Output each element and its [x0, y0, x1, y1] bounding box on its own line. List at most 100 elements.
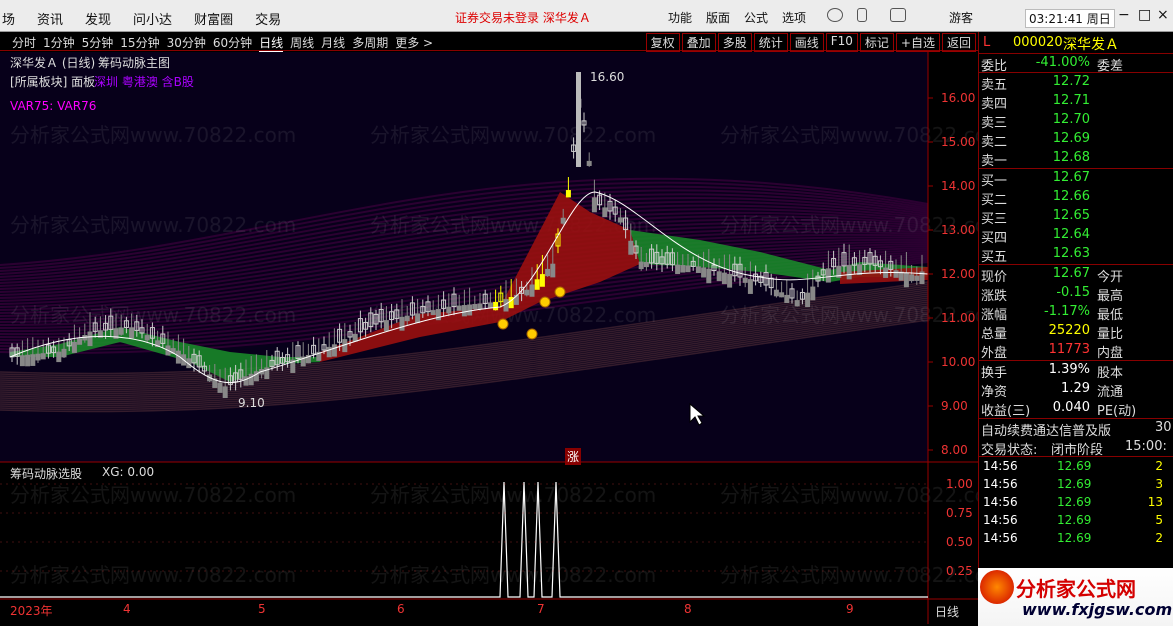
action-button-7[interactable]: +自选: [895, 33, 940, 52]
candle-body: [472, 304, 478, 310]
candle-body: [40, 353, 46, 360]
candle-body: [747, 279, 753, 294]
sub-indicator-name[interactable]: 筹码动脉选股: [10, 465, 82, 482]
sub-tick: 0.25: [946, 564, 973, 578]
low-label: 9.10: [238, 396, 265, 410]
action-button-1[interactable]: 叠加: [681, 33, 716, 52]
period-tab-2[interactable]: 5分钟: [82, 34, 114, 52]
trade-qty: 5: [1155, 513, 1163, 527]
menu-item-1[interactable]: 资讯: [37, 9, 63, 28]
kline-chart[interactable]: 分析家公式网www.70822.com 分析家公式网www.70822.com 分析…: [0, 52, 978, 624]
candle-body: [487, 302, 493, 309]
period-tab-0[interactable]: 分时: [12, 34, 36, 52]
period-tab-1[interactable]: 1分钟: [43, 34, 75, 52]
candle-body: [545, 268, 551, 277]
notice-text[interactable]: 自动续费通达信普及版: [981, 420, 1111, 439]
status-label: 交易状态:: [981, 443, 1038, 458]
main-menu: 场 资讯 发现 问小达 财富圈 交易: [0, 9, 303, 28]
login-warning[interactable]: 证券交易未登录 深华发Ａ: [455, 9, 591, 26]
action-button-0[interactable]: 复权: [645, 33, 680, 52]
asks-label: 卖二: [981, 135, 1008, 150]
candle-body: [383, 320, 389, 332]
trade-qty: 2: [1155, 531, 1163, 545]
stats-value: -1.17%: [1044, 304, 1090, 319]
date-tick: 8: [684, 602, 692, 616]
menu-item-3[interactable]: 问小达: [133, 9, 172, 28]
date-tick: 6: [397, 602, 405, 616]
tool-item-2[interactable]: 公式: [744, 9, 768, 26]
menu-item-0[interactable]: 场: [2, 9, 15, 28]
period-tab-3[interactable]: 15分钟: [120, 34, 159, 52]
action-button-8[interactable]: 返回: [941, 33, 976, 52]
date-tick: 9: [846, 602, 854, 616]
candle-body: [914, 275, 920, 281]
asks-row: 卖一 12.68: [979, 149, 1173, 169]
tool-item-0[interactable]: 功能: [668, 9, 692, 26]
minimize-icon[interactable]: −: [1118, 7, 1130, 23]
menu-item-4[interactable]: 财富圈: [194, 9, 233, 28]
candle-body: [331, 344, 337, 357]
ad-logo-icon: [980, 570, 1014, 604]
main-indicator-name[interactable]: 筹码动脉主图: [98, 54, 170, 71]
price-tick: 16.00: [941, 91, 976, 105]
stats-row: 外盘 11773 内盘: [979, 341, 1173, 361]
period-tab-10[interactable]: 更多 >: [395, 34, 433, 52]
status-value: 闭市阶段: [1051, 443, 1104, 458]
high-label: 16.60: [590, 70, 625, 84]
candle-body: [742, 277, 748, 283]
candle-body: [721, 272, 727, 285]
refresh-icon[interactable]: [827, 8, 843, 22]
sector-tags[interactable]: 深圳 粤港澳 含B股: [94, 73, 194, 90]
period-tab-6[interactable]: 日线: [259, 34, 284, 52]
candle-body: [77, 338, 83, 345]
bids-row: 买五 12.63: [979, 245, 1173, 265]
price-tick: 12.00: [941, 267, 976, 281]
candle-body: [794, 300, 800, 307]
price-tick: 15.00: [941, 135, 976, 149]
bottom-period-tab[interactable]: 日线: [935, 603, 959, 620]
weibi-value: -41.00%: [1035, 55, 1090, 70]
notice-number: 30: [1155, 420, 1172, 435]
trade-qty: 13: [1147, 495, 1163, 509]
action-button-2[interactable]: 多股: [717, 33, 752, 52]
ad-banner[interactable]: 分析家公式网 www.fxjgsw.com: [978, 568, 1173, 626]
candle-body: [701, 267, 707, 278]
ask-list: 卖五 12.72 卖四 12.71 卖三 12.70 卖二 12.69 卖一 12.68: [979, 73, 1173, 169]
trade-time: 14:56: [983, 495, 1018, 509]
action-button-5[interactable]: F10: [825, 33, 858, 52]
candle-body: [35, 353, 41, 361]
period-tab-4[interactable]: 30分钟: [167, 34, 206, 52]
stats2-row: 净资 1.29 流通: [979, 380, 1173, 400]
period-tab-8[interactable]: 月线: [321, 34, 345, 52]
rank-badge[interactable]: 涨: [565, 448, 582, 465]
candle-body: [467, 304, 473, 316]
candle-body: [118, 327, 124, 335]
action-button-6[interactable]: 标记: [859, 33, 894, 52]
menu-item-5[interactable]: 交易: [255, 9, 281, 28]
period-tab-5[interactable]: 60分钟: [213, 34, 252, 52]
weibi-label: 委比: [981, 59, 1008, 74]
period-tab-7[interactable]: 周线: [290, 34, 314, 52]
candle-body: [706, 268, 712, 284]
period-tab-9[interactable]: 多周期: [352, 34, 388, 52]
action-button-4[interactable]: 画线: [789, 33, 824, 52]
mail-icon[interactable]: [890, 8, 906, 22]
candle-body: [71, 341, 77, 353]
close-icon[interactable]: ×: [1157, 7, 1169, 23]
chart-area[interactable]: 分析家公式网www.70822.com 分析家公式网www.70822.com 分析…: [0, 52, 978, 624]
lock-icon[interactable]: [857, 8, 867, 22]
chart-title: 深华发Ａ (日线): [10, 56, 96, 70]
tool-item-1[interactable]: 版面: [706, 9, 730, 26]
notice-row[interactable]: 自动续费通达信普及版 30: [979, 419, 1173, 439]
candle-body: [524, 289, 530, 296]
maximize-icon[interactable]: □: [1138, 7, 1151, 23]
menu-item-2[interactable]: 发现: [85, 9, 111, 28]
watermark-text: 分析家公式网www.70822.com: [10, 123, 296, 147]
watermark-text: 分析家公式网www.70822.com: [720, 303, 978, 327]
tool-item-3[interactable]: 选项: [782, 9, 806, 26]
guest-label[interactable]: 游客: [949, 9, 973, 26]
candle-body: [602, 207, 608, 218]
candle-body: [893, 270, 899, 278]
asks-row: 卖三 12.70: [979, 111, 1173, 131]
action-button-3[interactable]: 统计: [753, 33, 788, 52]
